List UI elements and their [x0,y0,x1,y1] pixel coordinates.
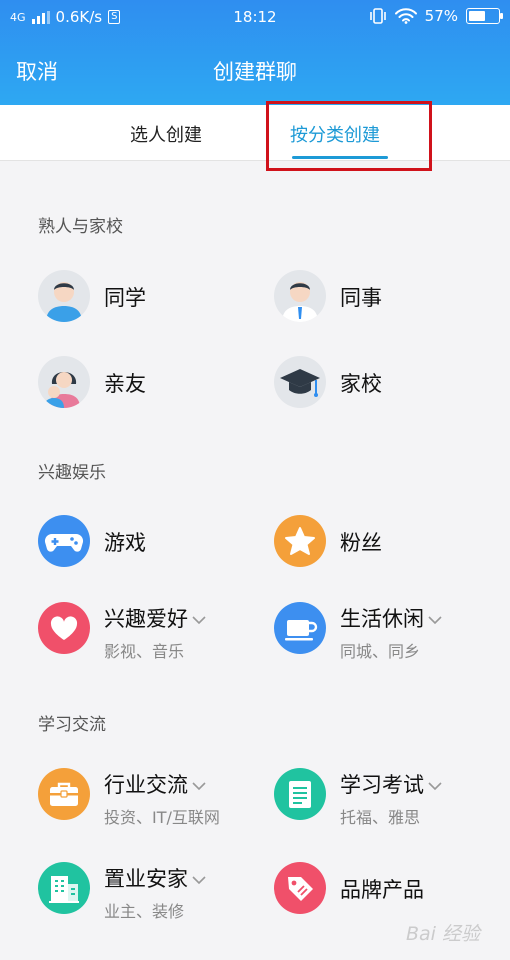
category-family[interactable]: 亲友 [38,356,268,420]
family-avatar-icon [38,356,90,408]
category-subtitle: 同城、同乡 [340,642,421,661]
category-games[interactable]: 游戏 [38,515,268,579]
category-label-text: 行业交流 [104,773,188,797]
category-label: 家校 [340,372,382,396]
category-study-exams[interactable]: 学习考试 托福、雅思 [274,768,504,832]
star-icon [274,515,326,567]
category-classmates[interactable]: 同学 [38,270,268,334]
coffee-cup-icon [274,602,326,654]
gamepad-icon [38,515,90,567]
category-label-text: 兴趣爱好 [104,607,188,631]
category-label-text: 生活休闲 [340,607,424,631]
category-brand-products[interactable]: 品牌产品 [274,862,504,926]
tab-select-people[interactable]: 选人创建 [130,121,202,147]
annotation-highlight-box [266,101,432,171]
category-label: 亲友 [104,372,146,396]
chevron-down-icon[interactable] [192,781,206,791]
category-label: 游戏 [104,531,146,555]
category-fans[interactable]: 粉丝 [274,515,504,579]
section-title: 兴趣娱乐 [38,463,106,483]
category-label: 品牌产品 [340,878,424,902]
category-subtitle: 托福、雅思 [340,808,421,827]
briefcase-icon [38,768,90,820]
category-label: 学习考试 [340,769,442,799]
category-industry[interactable]: 行业交流 投资、IT/互联网 [38,768,268,832]
navigation-bar: 取消 创建群聊 [0,34,510,105]
category-label: 粉丝 [340,531,382,555]
category-subtitle: 业主、装修 [104,902,185,921]
section-title: 学习交流 [38,715,106,735]
category-housing[interactable]: 置业安家 业主、装修 [38,862,268,926]
chevron-down-icon[interactable] [428,781,442,791]
chevron-down-icon[interactable] [192,875,206,885]
heart-icon [38,602,90,654]
category-label-text: 学习考试 [340,773,424,797]
category-label: 生活休闲 [340,603,442,633]
chevron-down-icon[interactable] [428,615,442,625]
category-label-text: 置业安家 [104,867,188,891]
battery-icon [466,8,503,24]
colleague-avatar-icon [274,270,326,322]
price-tag-icon [274,862,326,914]
category-subtitle: 影视、音乐 [104,642,185,661]
category-label: 行业交流 [104,769,206,799]
category-label: 同事 [340,286,382,310]
cancel-button[interactable]: 取消 [16,56,58,86]
category-colleagues[interactable]: 同事 [274,270,504,334]
header-bar: 4G 0.6K/s S 18:12 57% 取消 创建群聊 [0,0,510,105]
chevron-down-icon[interactable] [192,615,206,625]
section-title: 熟人与家校 [38,217,123,237]
battery-percent: 57% [424,7,458,25]
watermark: Bai 经验 [406,923,480,945]
building-icon [38,862,90,914]
tab-bar: 选人创建 按分类创建 [0,105,510,161]
category-hobbies[interactable]: 兴趣爱好 影视、音乐 [38,602,268,666]
graduation-cap-icon [274,356,326,408]
category-label: 同学 [104,286,146,310]
notebook-icon [274,768,326,820]
category-label: 兴趣爱好 [104,603,206,633]
category-home-school[interactable]: 家校 [274,356,504,420]
category-subtitle: 投资、IT/互联网 [104,808,220,827]
wifi-icon [394,8,417,24]
classmate-avatar-icon [38,270,90,322]
category-leisure[interactable]: 生活休闲 同城、同乡 [274,602,504,666]
page-title: 创建群聊 [213,60,297,84]
status-bar: 4G 0.6K/s S 18:12 57% [0,0,510,34]
vibrate-icon [369,8,386,24]
category-label: 置业安家 [104,863,206,893]
